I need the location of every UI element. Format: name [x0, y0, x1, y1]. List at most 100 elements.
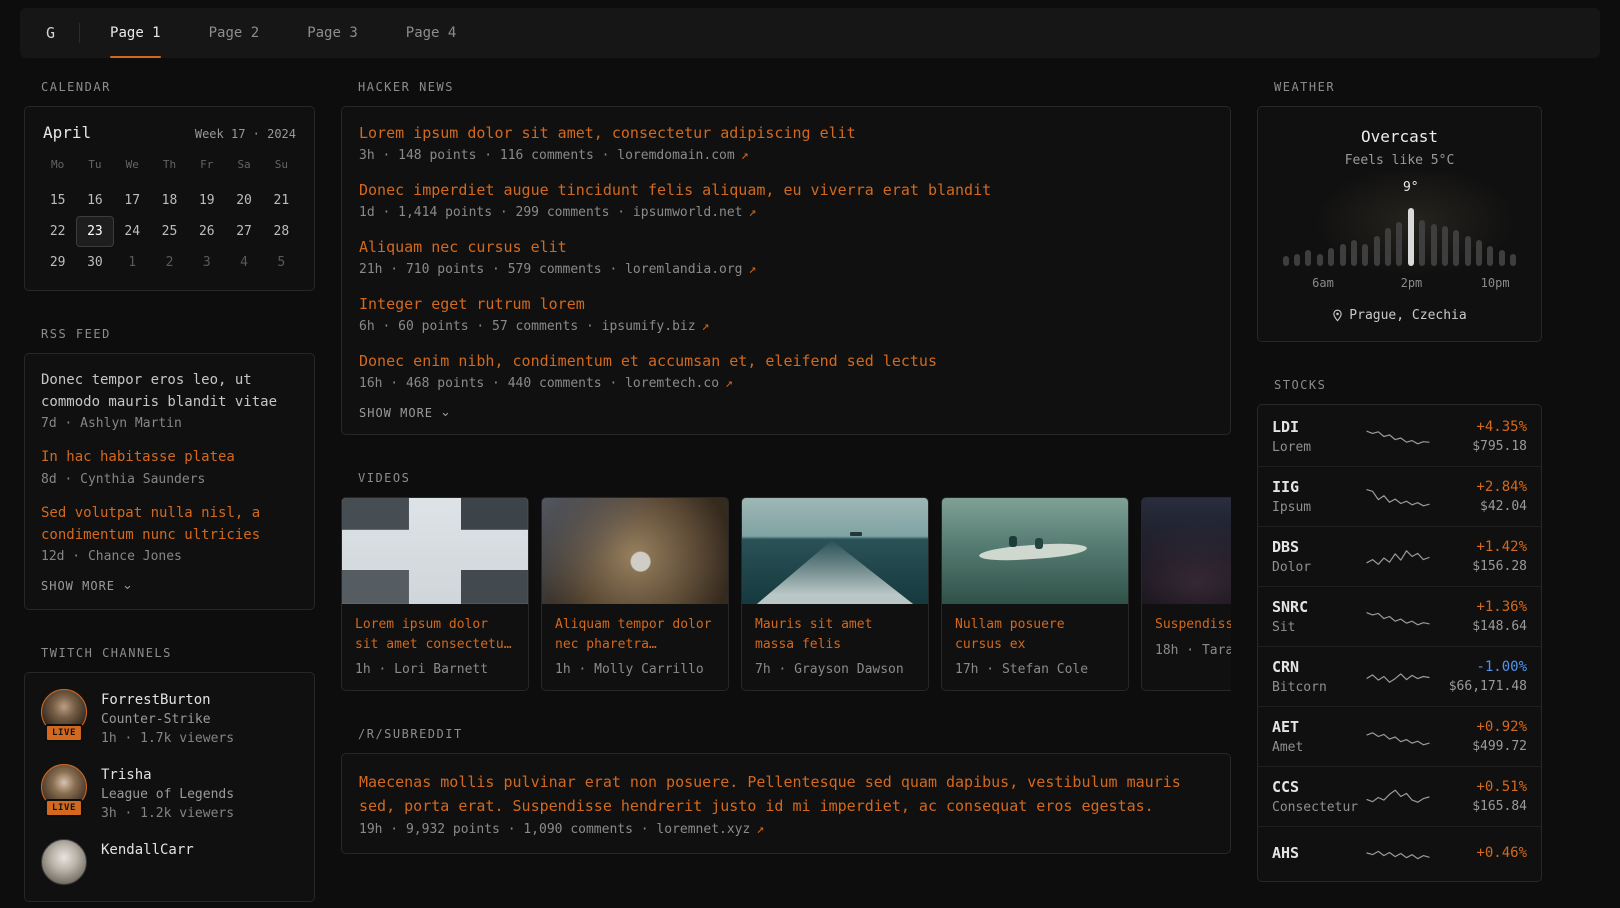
calendar-day[interactable]: 16: [76, 185, 113, 216]
video-thumbnail[interactable]: [342, 498, 528, 604]
stock-row[interactable]: IIG Ipsum +2.84% $42.04: [1258, 466, 1541, 526]
stock-row[interactable]: AHS +0.46%: [1258, 826, 1541, 879]
show-more-label: SHOW MORE: [41, 579, 115, 593]
hacker-news-show-more-button[interactable]: SHOW MORE ⌄: [359, 406, 452, 420]
weather-bar: [1283, 256, 1289, 266]
rss-item-title[interactable]: Sed volutpat nulla nisl, a condimentum n…: [41, 503, 298, 546]
calendar-day[interactable]: 28: [263, 216, 300, 247]
twitch-channel-row[interactable]: KendallCarr: [41, 839, 298, 885]
stock-change: +0.46%: [1439, 845, 1527, 861]
video-title[interactable]: Aliquam tempor dolor nec pharetra…: [555, 615, 715, 654]
tab-page-1[interactable]: Page 1: [86, 8, 185, 58]
weather-bar: [1294, 254, 1300, 266]
channel-viewers: 3h · 1.2k viewers: [101, 806, 234, 821]
channel-name[interactable]: ForrestBurton: [101, 692, 211, 708]
stock-name: Sit: [1272, 620, 1357, 635]
calendar-weekday: Sa: [225, 148, 262, 179]
weather-bar-slot: [1394, 202, 1405, 266]
news-item-title[interactable]: Donec enim nibh, condimentum et accumsan…: [359, 351, 1213, 372]
stock-row[interactable]: LDI Lorem +4.35% $795.18: [1258, 407, 1541, 466]
news-item-meta: 16h · 468 points · 440 comments · loremt…: [359, 376, 1213, 391]
calendar-day[interactable]: 17: [114, 185, 151, 216]
twitch-channel-row[interactable]: LIVE ForrestBurton Counter-Strike 1h · 1…: [41, 689, 298, 746]
news-item: Lorem ipsum dolor sit amet, consectetur …: [359, 123, 1213, 163]
video-thumbnail[interactable]: [1142, 498, 1231, 604]
tab-page-4[interactable]: Page 4: [382, 8, 481, 58]
stock-name: Amet: [1272, 740, 1357, 755]
news-item-title[interactable]: Integer eget rutrum lorem: [359, 294, 1213, 315]
video-title[interactable]: Nullam posuere cursus ex: [955, 615, 1115, 654]
show-more-label: SHOW MORE: [359, 406, 433, 420]
stock-row[interactable]: SNRC Sit +1.36% $148.64: [1258, 586, 1541, 646]
weather-bar-slot: [1473, 202, 1484, 266]
stock-row[interactable]: DBS Dolor +1.42% $156.28: [1258, 526, 1541, 586]
calendar-day[interactable]: 2: [151, 247, 188, 278]
video-title[interactable]: Lorem ipsum dolor sit amet consectetu…: [355, 615, 515, 654]
calendar-day[interactable]: 19: [188, 185, 225, 216]
external-link-icon[interactable]: ↗: [749, 262, 757, 277]
channel-name[interactable]: KendallCarr: [101, 842, 194, 858]
rss-item: In hac habitasse platea 8d · Cynthia Sau…: [41, 447, 298, 487]
calendar-day[interactable]: 25: [151, 216, 188, 247]
rss-show-more-button[interactable]: SHOW MORE ⌄: [41, 579, 134, 593]
calendar-day[interactable]: 3: [188, 247, 225, 278]
calendar-day[interactable]: 4: [225, 247, 262, 278]
video-thumbnail[interactable]: [542, 498, 728, 604]
calendar-day[interactable]: 18: [151, 185, 188, 216]
external-link-icon[interactable]: ↗: [749, 205, 757, 220]
calendar-day[interactable]: 26: [188, 216, 225, 247]
channel-name[interactable]: Trisha: [101, 767, 152, 783]
calendar-day[interactable]: 20: [225, 185, 262, 216]
news-item-title[interactable]: Aliquam nec cursus elit: [359, 237, 1213, 258]
weather-card: Overcast Feels like 5°C 9° 6am 2pm 10pm …: [1257, 106, 1542, 342]
external-link-icon[interactable]: ↗: [756, 822, 764, 837]
video-card[interactable]: Mauris sit amet massa felis 7h · Grayson…: [741, 497, 929, 691]
video-title[interactable]: Suspendisse diam: [1155, 615, 1231, 635]
calendar-day[interactable]: 29: [39, 247, 76, 278]
video-meta: 1h · Lori Barnett: [355, 662, 515, 677]
app-logo[interactable]: G: [20, 24, 79, 42]
weather-location-row: Prague, Czechia: [1280, 308, 1519, 323]
video-card[interactable]: Lorem ipsum dolor sit amet consectetu… 1…: [341, 497, 529, 691]
reddit-post-title[interactable]: Maecenas mollis pulvinar erat non posuer…: [359, 770, 1213, 818]
calendar-day[interactable]: 5: [263, 247, 300, 278]
calendar-day[interactable]: 23: [76, 216, 113, 247]
video-thumbnail[interactable]: [742, 498, 928, 604]
tab-page-3[interactable]: Page 3: [283, 8, 382, 58]
rss-item-title[interactable]: Donec tempor eros leo, ut commodo mauris…: [41, 370, 298, 413]
external-link-icon[interactable]: ↗: [702, 319, 710, 334]
twitch-channel-row[interactable]: LIVE Trisha League of Legends 3h · 1.2k …: [41, 764, 298, 821]
stock-row[interactable]: CRN Bitcorn -1.00% $66,171.48: [1258, 646, 1541, 706]
external-link-icon[interactable]: ↗: [725, 376, 733, 391]
calendar-day[interactable]: 15: [39, 185, 76, 216]
location-pin-icon: [1332, 309, 1343, 322]
weather-bar: [1431, 224, 1437, 266]
weather-location: Prague, Czechia: [1349, 308, 1466, 323]
stock-numbers: +4.35% $795.18: [1439, 419, 1527, 454]
news-item-title[interactable]: Lorem ipsum dolor sit amet, consectetur …: [359, 123, 1213, 144]
video-card[interactable]: Aliquam tempor dolor nec pharetra… 1h · …: [541, 497, 729, 691]
video-card[interactable]: Suspendisse diam 18h · Tara: [1141, 497, 1231, 691]
external-link-icon[interactable]: ↗: [741, 148, 749, 163]
calendar-day[interactable]: 24: [114, 216, 151, 247]
stock-row[interactable]: CCS Consectetur +0.51% $165.84: [1258, 766, 1541, 826]
chevron-down-icon: ⌄: [122, 581, 134, 591]
tab-page-2[interactable]: Page 2: [185, 8, 284, 58]
channel-viewers: 1h · 1.7k viewers: [101, 731, 234, 746]
calendar-day[interactable]: 1: [114, 247, 151, 278]
news-item-title[interactable]: Donec imperdiet augue tincidunt felis al…: [359, 180, 1213, 201]
video-card[interactable]: Nullam posuere cursus ex 17h · Stefan Co…: [941, 497, 1129, 691]
weather-bar-slot: [1326, 202, 1337, 266]
calendar-day[interactable]: 30: [76, 247, 113, 278]
weather-feels-like: Feels like 5°C: [1280, 153, 1519, 168]
video-thumbnail[interactable]: [942, 498, 1128, 604]
video-title[interactable]: Mauris sit amet massa felis: [755, 615, 915, 654]
left-column: CALENDAR April Week 17 · 2024 MoTuWeThFr…: [24, 80, 315, 902]
calendar-day[interactable]: 22: [39, 216, 76, 247]
calendar-day[interactable]: 27: [225, 216, 262, 247]
calendar-day[interactable]: 21: [263, 185, 300, 216]
weather-bar-slot: [1314, 202, 1325, 266]
rss-item-title[interactable]: In hac habitasse platea: [41, 447, 298, 469]
stock-numbers: -1.00% $66,171.48: [1439, 659, 1527, 694]
stock-row[interactable]: AET Amet +0.92% $499.72: [1258, 706, 1541, 766]
